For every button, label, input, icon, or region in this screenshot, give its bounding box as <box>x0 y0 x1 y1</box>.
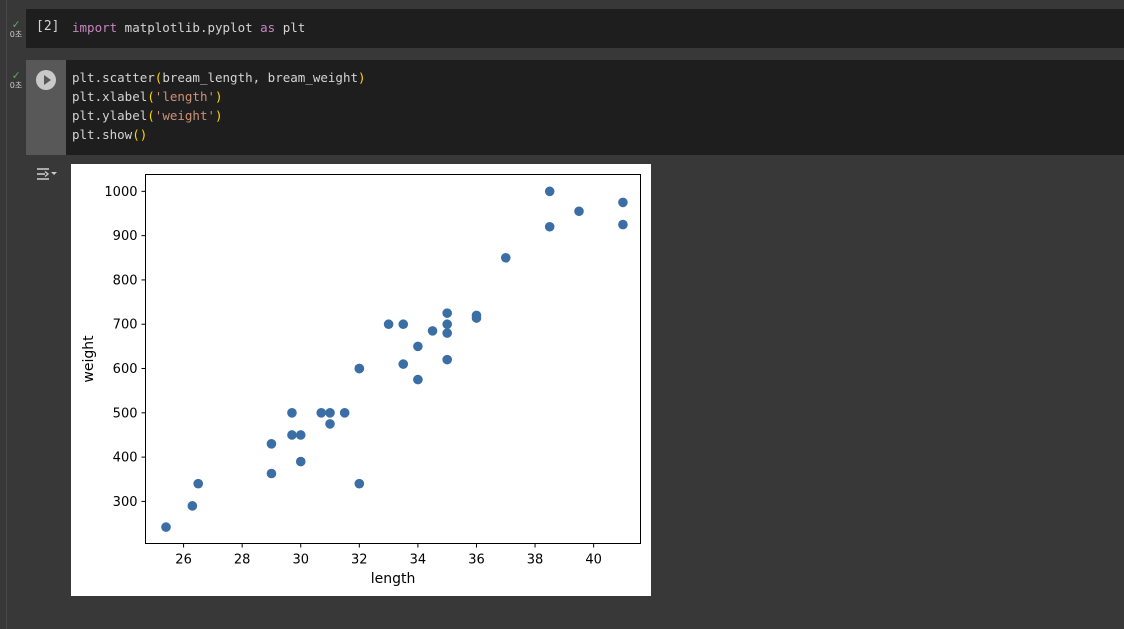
scatter-point <box>442 354 452 365</box>
scatter-point <box>187 501 198 511</box>
scatter-point <box>295 456 306 467</box>
x-tick-label: 38 <box>527 553 544 568</box>
code-args: bream_length, bream_weight <box>162 70 358 85</box>
code-line-2[interactable]: plt.xlabel('length') <box>72 89 223 104</box>
code-fn: plt.ylabel <box>72 108 148 123</box>
x-tick-label: 32 <box>351 553 368 568</box>
plot-output: 26 28 30 32 34 36 38 40 300 400 500 600 700 800 900 10… <box>71 164 651 596</box>
scatter-point <box>354 363 365 374</box>
scatter-point <box>339 408 350 418</box>
gutter-line <box>6 0 7 629</box>
scatter-point <box>266 439 277 449</box>
x-tick-label: 36 <box>468 553 485 568</box>
code-fn: plt.xlabel <box>72 89 148 104</box>
y-tick-label: 900 <box>113 229 138 244</box>
paren-close: ) <box>358 70 366 85</box>
keyword-import: import <box>72 20 118 35</box>
scatter-point <box>442 308 452 318</box>
x-tick-label: 34 <box>410 553 427 568</box>
scatter-point <box>287 430 297 440</box>
code-string: 'length' <box>154 89 216 104</box>
scatter-point <box>383 319 394 330</box>
y-tick-label: 1000 <box>104 185 137 200</box>
x-tick-label: 40 <box>585 553 602 568</box>
x-axis: 26 28 30 32 34 36 38 40 <box>175 543 602 568</box>
x-axis-label: length <box>371 571 416 587</box>
plot-frame <box>145 174 641 544</box>
code-fn: plt.scatter <box>72 70 155 85</box>
scatter-point <box>413 374 423 385</box>
run-cell-button[interactable] <box>36 70 56 90</box>
code-fn: plt.show <box>72 127 133 142</box>
paren-open: ( <box>147 89 155 104</box>
exec-count: [2] <box>36 19 60 34</box>
paren-close: ) <box>215 89 223 104</box>
code-cell-2[interactable]: plt.scatter(bream_length, bream_weight) … <box>66 60 1124 155</box>
scatter-point <box>427 326 438 336</box>
code-line-3[interactable]: plt.ylabel('weight') <box>72 108 223 123</box>
scatter-point <box>266 468 277 479</box>
scatter-chart: 26 28 30 32 34 36 38 40 300 400 500 600 700 800 900 10… <box>81 174 641 587</box>
cell1-status: ✓ 0초 <box>7 18 25 40</box>
code-line-4[interactable]: plt.show() <box>72 127 147 142</box>
scatter-point <box>574 206 584 217</box>
check-icon: ✓ <box>12 68 20 82</box>
scatter-point <box>287 408 297 418</box>
cell2-status: ✓ 0초 <box>7 69 25 91</box>
scatter-point <box>442 328 452 338</box>
module-name: matplotlib.pyplot <box>117 20 261 35</box>
scatter-point <box>193 478 204 489</box>
scatter-point <box>295 430 306 440</box>
y-tick-label: 700 <box>113 318 138 333</box>
scatter-point <box>500 252 511 263</box>
scatter-point <box>316 408 327 418</box>
paren-open: ( <box>147 108 155 123</box>
output-settings-icon[interactable] <box>35 165 59 183</box>
paren-close: ) <box>139 127 148 142</box>
x-tick-label: 28 <box>234 553 251 568</box>
x-tick-label: 26 <box>175 553 192 568</box>
cell2-gutter <box>26 60 66 155</box>
y-tick-label: 400 <box>113 451 138 466</box>
check-icon: ✓ <box>12 17 20 31</box>
cell1-exec-time: 0초 <box>9 30 23 39</box>
cell1-code-line[interactable]: import matplotlib.pyplot as plt <box>72 20 305 35</box>
y-tick-label: 600 <box>113 362 138 377</box>
paren-close: ) <box>215 108 223 123</box>
scatter-point <box>618 219 628 230</box>
y-tick-label: 800 <box>113 273 138 288</box>
scatter-point <box>325 419 335 429</box>
scatter-point <box>354 478 365 489</box>
code-cell-1[interactable]: [2] import matplotlib.pyplot as plt <box>26 9 1124 48</box>
y-tick-label: 500 <box>113 406 138 421</box>
scatter-point <box>413 341 423 352</box>
scatter-point <box>325 408 335 418</box>
y-tick-label: 300 <box>113 495 138 510</box>
scatter-point <box>544 221 555 232</box>
scatter-point <box>471 313 482 323</box>
code-string: 'weight' <box>154 108 216 123</box>
scatter-point <box>442 319 452 330</box>
scatter-point <box>161 522 171 532</box>
y-axis-label: weight <box>81 335 97 383</box>
scatter-point <box>618 197 628 208</box>
scatter-point <box>544 186 555 197</box>
paren-open: ( <box>132 127 140 142</box>
x-tick-label: 30 <box>292 553 309 568</box>
y-axis: 300 400 500 600 700 800 900 1000 <box>104 185 146 510</box>
code-line-1[interactable]: plt.scatter(bream_length, bream_weight) <box>72 70 366 85</box>
alias-name: plt <box>275 20 306 35</box>
scatter-point <box>398 319 409 330</box>
cell2-exec-time: 0초 <box>9 81 23 90</box>
keyword-as: as <box>260 20 276 35</box>
scatter-point <box>398 359 409 369</box>
